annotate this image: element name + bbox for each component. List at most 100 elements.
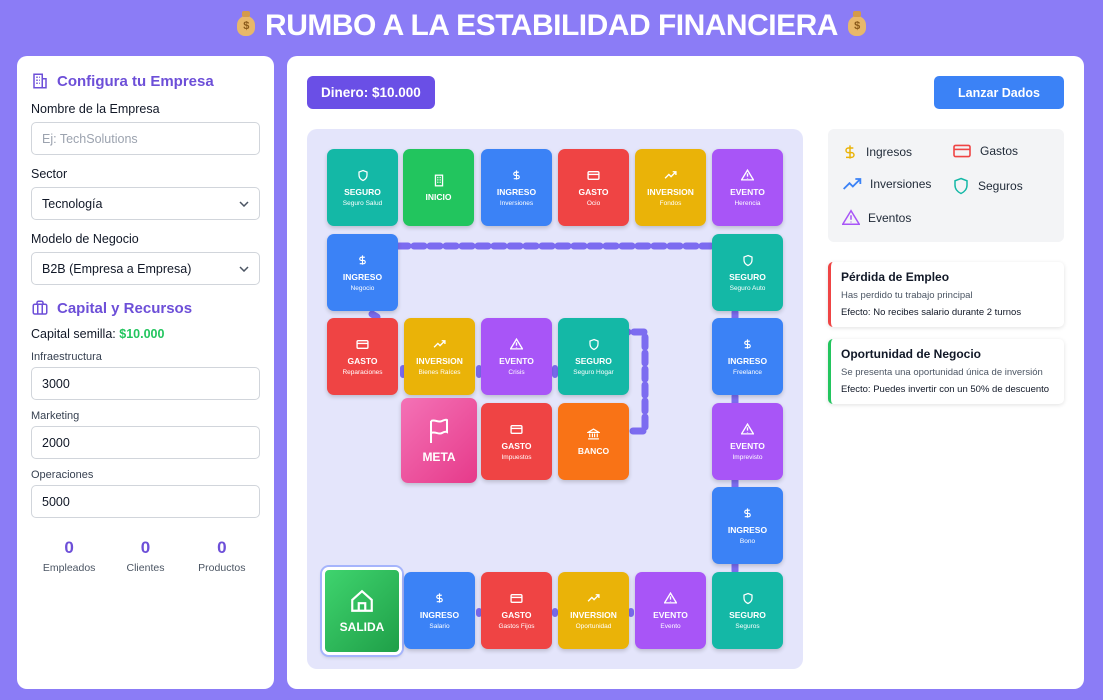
event-card-job-loss: Pérdida de Empleo Has perdido tu trabajo…: [828, 262, 1064, 328]
tile-type: SEGURO: [575, 356, 612, 366]
board-tile: EVENTO Evento: [635, 572, 706, 649]
chevron-down-icon: [239, 265, 249, 272]
tile-type: BANCO: [577, 446, 610, 456]
capital-section-title: Capital y Recursos: [31, 299, 260, 317]
board-tile: INGRESO Bono: [712, 487, 783, 564]
tile-type: GASTO: [578, 187, 609, 197]
tile-type: INVERSION: [416, 356, 463, 366]
legend-insurance: Seguros: [952, 177, 1023, 195]
building-icon: [33, 73, 47, 89]
card-icon: [510, 591, 523, 605]
company-name-label: Nombre de la Empresa: [31, 102, 160, 116]
tile-type: SEGURO: [729, 610, 766, 620]
business-model-select[interactable]: B2B (Empresa a Empresa): [31, 252, 260, 285]
flag-icon: [427, 418, 451, 444]
tile-name: Seguro Auto: [729, 285, 766, 292]
shield-icon: [742, 253, 754, 267]
alert-icon: [741, 422, 754, 436]
tile-type: GASTO: [501, 610, 532, 620]
card-icon: [510, 422, 523, 436]
operations-input[interactable]: 5000: [31, 485, 260, 518]
board-tile: SEGURO Seguro Salud: [327, 149, 398, 226]
infrastructure-label: Infraestructura: [31, 351, 102, 363]
board-tile: EVENTO Imprevisto: [712, 403, 783, 480]
shield-icon: [588, 337, 600, 351]
board-tile: INICIO: [403, 149, 474, 226]
dollar-icon: [357, 253, 368, 267]
money-badge: Dinero: $10.000: [307, 76, 435, 109]
tile-name: Bono: [739, 538, 756, 545]
trend-icon: [664, 168, 677, 182]
board-tile: GASTO Reparaciones: [327, 318, 398, 395]
tile-name: Evento: [660, 623, 681, 630]
config-section-title: Configura tu Empresa: [31, 72, 260, 90]
board-tile: INVERSION Fondos: [635, 149, 706, 226]
tile-name: Crisis: [508, 369, 525, 376]
bank-icon: [587, 427, 600, 441]
board-tile: GASTO Gastos Fijos: [481, 572, 552, 649]
sector-select[interactable]: Tecnología: [31, 187, 260, 220]
dollar-icon: [845, 145, 855, 159]
tile-name: Ocio: [586, 200, 601, 207]
trend-icon: [587, 591, 600, 605]
legend-expenses: Gastos: [952, 143, 1018, 159]
board-tile: EVENTO Herencia: [712, 149, 783, 226]
tile-type: EVENTO: [653, 610, 688, 620]
marketing-input[interactable]: 2000: [31, 426, 260, 459]
stat-products: 0 Productos: [198, 538, 246, 574]
alert-icon: [510, 337, 523, 351]
tile-name: Impuestos: [501, 454, 532, 461]
alert-icon: [741, 168, 754, 182]
board-tile: INGRESO Salario: [404, 572, 475, 649]
tile-type: SEGURO: [729, 272, 766, 282]
board-tile: GASTO Impuestos: [481, 403, 552, 480]
shield-icon: [954, 177, 968, 195]
tile-name: Salario: [429, 623, 450, 630]
game-board: SEGURO Seguro Salud INICIO INGRESO Inversion…: [307, 129, 803, 669]
stat-employees: 0 Empleados: [42, 538, 96, 574]
shield-icon: [742, 591, 754, 605]
tile-type: EVENTO: [730, 441, 765, 451]
tile-type: INGRESO: [419, 610, 460, 620]
tile-name: Reparaciones: [342, 369, 383, 376]
tile-type: INGRESO: [342, 272, 383, 282]
tile-type: META: [422, 449, 456, 464]
infrastructure-input[interactable]: 3000: [31, 367, 260, 400]
board-tile: INGRESO Freelance: [712, 318, 783, 395]
company-name-input[interactable]: Ej: TechSolutions: [31, 122, 260, 155]
app-title: $ RUMBO A LA ESTABILIDAD FINANCIERA $: [0, 8, 1103, 44]
tile-name: Seguros: [735, 623, 760, 630]
tile-type: GASTO: [501, 441, 532, 451]
sector-label: Sector: [31, 167, 68, 181]
dollar-icon: [434, 591, 445, 605]
board-tile: INVERSION Oportunidad: [558, 572, 629, 649]
card-icon: [587, 168, 600, 182]
business-model-value: B2B (Empresa a Empresa): [42, 261, 192, 276]
tile-name: Oportunidad: [575, 623, 612, 630]
tile-type: INICIO: [425, 192, 452, 202]
shield-icon: [357, 168, 369, 182]
board-tile: INGRESO Negocio: [327, 234, 398, 311]
tile-name: Imprevisto: [732, 454, 763, 461]
config-panel: Configura tu Empresa Nombre de la Empres…: [17, 56, 274, 689]
legend-investments: Inversiones: [842, 177, 931, 191]
board-tile: SEGURO Seguro Auto: [712, 234, 783, 311]
board-tile: GASTO Ocio: [558, 149, 629, 226]
sector-value: Tecnología: [42, 196, 103, 211]
tile-type: EVENTO: [730, 187, 765, 197]
roll-dice-button[interactable]: Lanzar Dados: [934, 76, 1064, 109]
board-tile: EVENTO Crisis: [481, 318, 552, 395]
card-icon: [953, 144, 971, 158]
board-tile: SEGURO Seguro Hogar: [558, 318, 629, 395]
board-tile: SALIDA: [322, 567, 402, 655]
board-legend: Ingresos Gastos Inversiones Seguros Even…: [828, 129, 1064, 242]
tile-type: INVERSION: [647, 187, 694, 197]
money-bag-icon: $: [237, 11, 256, 36]
alert-icon: [664, 591, 677, 605]
chevron-down-icon: [239, 200, 249, 207]
dollar-icon: [742, 337, 753, 351]
dollar-icon: [742, 506, 753, 520]
tile-type: SALIDA: [339, 620, 385, 634]
briefcase-icon: [32, 300, 48, 315]
tile-type: INGRESO: [727, 525, 768, 535]
